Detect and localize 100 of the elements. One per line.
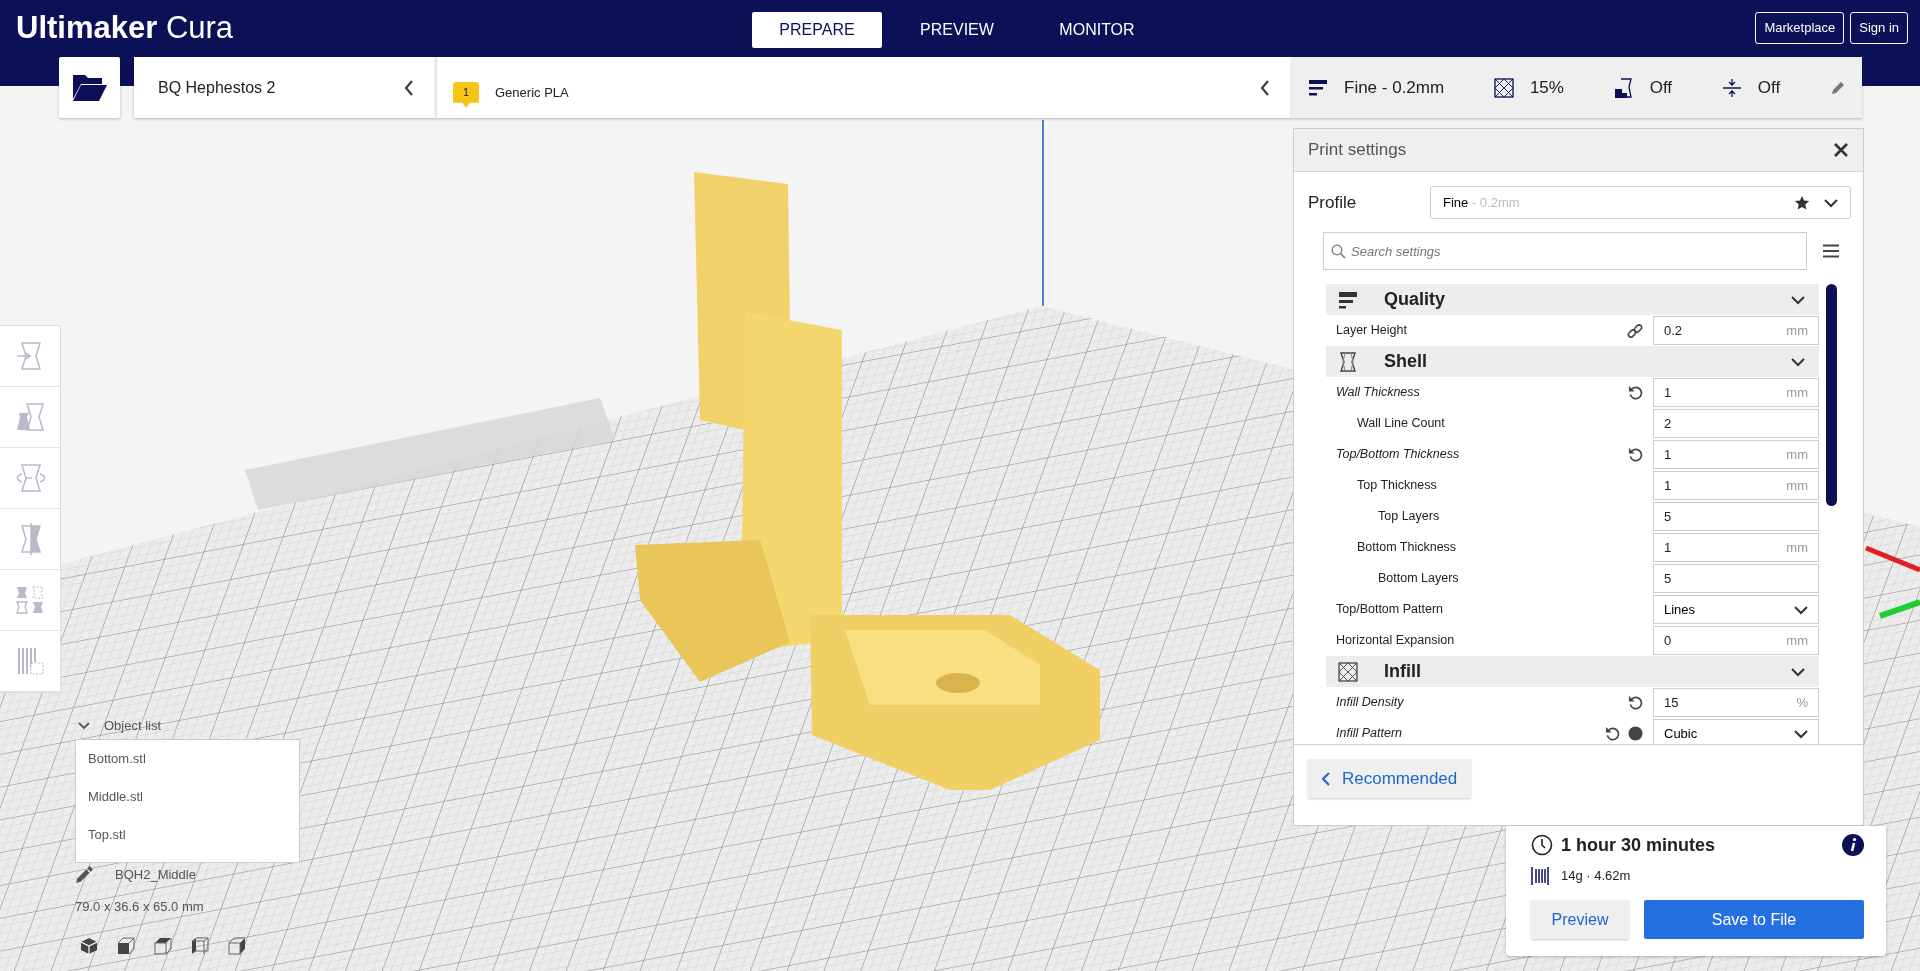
adhesion-summary: Off bbox=[1757, 76, 1781, 99]
object-list-toggle[interactable]: Object list bbox=[78, 716, 178, 736]
setting-label: Top/Bottom Thickness bbox=[1336, 446, 1460, 464]
setting-field[interactable]: 5 bbox=[1653, 564, 1819, 594]
chevron-left-icon[interactable] bbox=[404, 79, 414, 96]
chevron-left-icon bbox=[1322, 771, 1330, 786]
reset-icon[interactable] bbox=[1605, 726, 1620, 742]
stage-tab[interactable]: PREVIEW bbox=[887, 12, 1027, 48]
setting-label: Bottom Layers bbox=[1378, 570, 1459, 588]
category-label[interactable]: Infill bbox=[1384, 658, 1421, 686]
marketplace-button[interactable]: Marketplace bbox=[1755, 12, 1845, 44]
shell-icon bbox=[1338, 351, 1358, 372]
setting-field[interactable]: 15 % bbox=[1653, 688, 1819, 718]
setting-field[interactable]: 1 mm bbox=[1653, 378, 1819, 408]
infill-icon bbox=[1338, 661, 1358, 682]
profile-summary: Fine - 0.2mm bbox=[1344, 76, 1445, 99]
cube-icon bbox=[80, 937, 98, 955]
object-list-item[interactable]: Middle.stl bbox=[76, 782, 299, 820]
material-badge: 1 bbox=[453, 82, 479, 108]
setting-label: Top Thickness bbox=[1357, 477, 1437, 495]
left-view-button[interactable] bbox=[191, 937, 209, 955]
chevron-down-icon bbox=[1794, 604, 1808, 615]
info-icon[interactable] bbox=[1842, 834, 1864, 856]
setting-field[interactable]: 1 mm bbox=[1653, 471, 1819, 501]
setting-label: Horizontal Expansion bbox=[1336, 632, 1455, 650]
folder-icon bbox=[72, 74, 107, 101]
setting-dropdown[interactable]: Cubic bbox=[1653, 719, 1819, 744]
front-view-button[interactable] bbox=[117, 937, 135, 955]
chevron-down-icon[interactable] bbox=[1791, 666, 1805, 677]
search-field[interactable]: Search settings bbox=[1323, 232, 1807, 271]
category-label[interactable]: Shell bbox=[1384, 348, 1427, 376]
print-time: 1 hour 30 minutes bbox=[1561, 833, 1717, 857]
setting-label: Top/Bottom Pattern bbox=[1336, 601, 1443, 619]
clock-icon bbox=[1531, 834, 1553, 856]
setting-label: Wall Thickness bbox=[1336, 384, 1420, 402]
top-view-button[interactable] bbox=[154, 937, 172, 955]
setting-field[interactable]: 2 bbox=[1653, 409, 1819, 439]
sign-in-button[interactable]: Sign in bbox=[1850, 12, 1908, 44]
cube-front-icon bbox=[117, 937, 135, 955]
cube-right-icon bbox=[228, 937, 246, 955]
open-file-button[interactable] bbox=[59, 57, 120, 118]
preview-button[interactable]: Preview bbox=[1531, 900, 1629, 939]
reset-icon[interactable] bbox=[1628, 447, 1643, 463]
cube-top-icon bbox=[154, 937, 172, 955]
infill-summary: 15% bbox=[1529, 76, 1564, 99]
save-to-file-button[interactable]: Save to File bbox=[1644, 900, 1864, 939]
search-icon bbox=[1331, 244, 1346, 260]
bars-icon bbox=[1308, 77, 1328, 98]
chevron-down-icon[interactable] bbox=[1791, 294, 1805, 305]
material-estimate: 14g · 4.62m bbox=[1561, 867, 1631, 886]
spool-icon bbox=[1531, 866, 1549, 886]
infill-icon bbox=[1493, 77, 1514, 98]
app-logo: Ultimaker Cura bbox=[16, 9, 234, 48]
pencil-icon[interactable] bbox=[75, 865, 93, 884]
chevron-left-icon[interactable] bbox=[1260, 79, 1270, 96]
material-name[interactable]: Generic PLA bbox=[495, 83, 569, 103]
support-summary: Off bbox=[1649, 76, 1673, 99]
category-label[interactable]: Quality bbox=[1384, 286, 1445, 314]
chevron-down-icon[interactable] bbox=[1791, 356, 1805, 367]
cube-left-icon bbox=[191, 937, 209, 955]
setting-field[interactable]: 1 mm bbox=[1653, 533, 1819, 563]
setting-field[interactable]: 5 bbox=[1653, 502, 1819, 532]
menu-icon bbox=[1823, 244, 1839, 259]
recommended-button[interactable]: Recommended bbox=[1308, 758, 1472, 799]
panel-title: Print settings bbox=[1308, 139, 1407, 162]
menu-button[interactable] bbox=[1823, 244, 1839, 259]
support-icon bbox=[1613, 77, 1634, 98]
setting-label: Infill Pattern bbox=[1336, 725, 1402, 743]
chevron-down-icon bbox=[1824, 197, 1838, 208]
setting-label: Infill Density bbox=[1336, 694, 1404, 712]
info-icon[interactable] bbox=[1628, 726, 1643, 742]
profile-label: Profile bbox=[1308, 192, 1358, 214]
stage-tab[interactable]: MONITOR bbox=[1027, 12, 1167, 48]
object-dimensions: 79.0 x 36.6 x 65.0 mm bbox=[75, 898, 204, 916]
scrollbar[interactable] bbox=[1826, 284, 1837, 507]
chevron-down-icon bbox=[1794, 728, 1808, 739]
close-button[interactable] bbox=[1833, 142, 1849, 159]
star-icon bbox=[1794, 194, 1810, 211]
reset-icon[interactable] bbox=[1628, 385, 1643, 401]
setting-dropdown[interactable]: Lines bbox=[1653, 595, 1819, 625]
setting-field[interactable]: 1 mm bbox=[1653, 440, 1819, 470]
setting-field[interactable]: 0.2 mm bbox=[1653, 316, 1819, 346]
object-list-item[interactable]: Top.stl bbox=[76, 820, 299, 858]
setting-label: Top Layers bbox=[1378, 508, 1440, 526]
setting-label: Wall Line Count bbox=[1357, 415, 1445, 433]
right-view-button[interactable] bbox=[228, 937, 246, 955]
bars-icon bbox=[1338, 289, 1358, 310]
setting-field[interactable]: 0 mm bbox=[1653, 626, 1819, 656]
model-settings-icon bbox=[13, 584, 47, 616]
pencil-icon[interactable] bbox=[1830, 79, 1846, 96]
setting-label: Bottom Thickness bbox=[1357, 539, 1457, 557]
printer-name[interactable]: BQ Hephestos 2 bbox=[158, 75, 276, 100]
object-name[interactable]: BQH2_Middle bbox=[115, 865, 196, 885]
profile-dropdown[interactable]: Fine - 0.2mm bbox=[1430, 186, 1851, 220]
stage-tab[interactable]: PREPARE bbox=[752, 12, 882, 48]
setting-label: Layer Height bbox=[1336, 322, 1407, 340]
reset-icon[interactable] bbox=[1628, 695, 1643, 711]
object-list-item[interactable]: Bottom.stl bbox=[76, 744, 299, 782]
3d-view-button[interactable] bbox=[80, 937, 98, 955]
adhesion-icon bbox=[1721, 77, 1742, 98]
